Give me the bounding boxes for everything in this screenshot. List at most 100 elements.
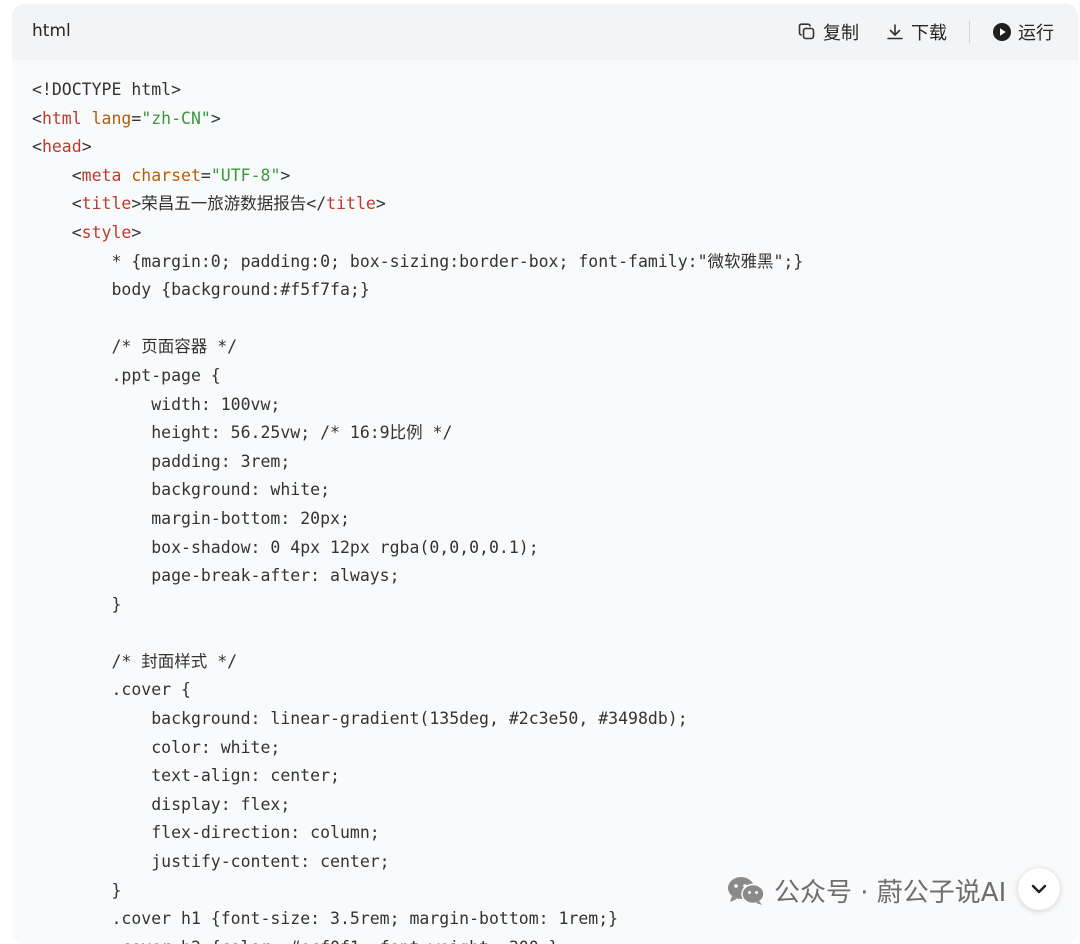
chevron-down-icon: [1031, 884, 1047, 894]
action-divider: [969, 21, 970, 43]
code-line: }: [32, 591, 803, 620]
run-label: 运行: [1018, 23, 1054, 44]
code-line: /* 封面样式 */: [32, 648, 803, 677]
code-line: margin-bottom: 20px;: [32, 505, 803, 534]
code-token: >: [131, 222, 142, 242]
code-token: * {margin:0; padding:0; box-sizing:borde…: [32, 251, 804, 271]
code-line: .cover h2 {color: #ecf0f1; font-weight: …: [32, 934, 803, 944]
code-token: width: 100vw;: [32, 394, 281, 414]
code-line: .cover {: [32, 676, 803, 705]
code-content: <!DOCTYPE html> <html lang="zh-CN"> <head>…: [32, 76, 803, 944]
code-block-header: html 复制 下载 运行: [12, 4, 1078, 60]
code-line: background: linear-gradient(135deg, #2c3…: [32, 705, 803, 734]
code-token: <!DOCTYPE html>: [32, 80, 182, 99]
code-token: display: flex;: [32, 794, 291, 814]
code-token: .ppt-page {: [32, 365, 221, 385]
code-line: <head>: [32, 133, 803, 162]
code-token: page-break-after: always;: [32, 566, 400, 586]
code-token: >: [280, 165, 291, 185]
code-line: <html lang="zh-CN">: [32, 105, 803, 134]
code-line: height: 56.25vw; /* 16:9比例 */: [32, 419, 803, 448]
watermark-text: 公众号 · 蔚公子说AI: [774, 878, 1007, 908]
code-line: .ppt-page {: [32, 362, 803, 391]
code-token: >荣昌五一旅游数据报告</: [131, 194, 327, 214]
scroll-down-button[interactable]: [1018, 868, 1060, 910]
code-token: title: [81, 194, 132, 214]
code-token: text-align: center;: [32, 766, 340, 786]
code-line: <meta charset="UTF-8">: [32, 162, 803, 191]
code-token: /* 封面样式 */: [32, 651, 238, 671]
code-token: <: [32, 137, 42, 157]
download-icon: [887, 24, 903, 40]
code-token: =: [131, 108, 142, 128]
code-token: .cover h2 {color: #ecf0f1; font-weight: …: [32, 938, 558, 944]
code-token: body {background:#f5f7fa;}: [32, 280, 370, 300]
code-token: background: linear-gradient(135deg, #2c3…: [32, 709, 688, 729]
copy-icon: [798, 23, 815, 40]
code-token: <: [32, 108, 42, 128]
code-token: background: white;: [32, 480, 331, 500]
code-token: justify-content: center;: [32, 852, 390, 872]
run-button[interactable]: 运行: [992, 19, 1054, 45]
code-line: display: flex;: [32, 791, 803, 820]
code-line: * {margin:0; padding:0; box-sizing:borde…: [32, 248, 803, 277]
code-token: height: 56.25vw; /* 16:9比例 */: [32, 423, 453, 443]
code-line: body {background:#f5f7fa;}: [32, 276, 803, 305]
code-token: margin-bottom: 20px;: [32, 508, 350, 528]
code-token: "UTF-8": [210, 165, 281, 185]
code-token: }: [32, 594, 122, 614]
code-token: <: [32, 165, 82, 185]
code-line: page-break-after: always;: [32, 562, 803, 591]
code-token: /* 页面容器 */: [32, 337, 238, 357]
code-line: <style>: [32, 219, 803, 248]
code-token: }: [32, 880, 122, 900]
code-line: box-shadow: 0 4px 12px rgba(0,0,0,0.1);: [32, 534, 803, 563]
code-token: style: [81, 222, 132, 242]
code-line: color: white;: [32, 734, 803, 763]
code-token: title: [326, 194, 376, 214]
code-language-label: html: [32, 21, 71, 41]
code-token: box-shadow: 0 4px 12px rgba(0,0,0,0.1);: [32, 537, 539, 557]
code-token: <: [32, 222, 82, 242]
code-line: width: 100vw;: [32, 391, 803, 420]
code-token: meta: [81, 165, 122, 185]
code-token: "zh-CN": [141, 108, 211, 128]
code-token: >: [210, 108, 221, 128]
play-circle-icon: [993, 23, 1011, 41]
code-token: html: [41, 108, 82, 128]
code-line: .cover h1 {font-size: 3.5rem; margin-bot…: [32, 905, 803, 934]
code-line: /* 页面容器 */: [32, 333, 803, 362]
code-token: flex-direction: column;: [32, 823, 380, 843]
code-line: <!DOCTYPE html>: [32, 76, 803, 105]
code-token: lang: [91, 108, 132, 128]
code-token: .cover h1 {font-size: 3.5rem; margin-bot…: [32, 909, 619, 929]
code-token: color: white;: [32, 737, 281, 757]
code-line: flex-direction: column;: [32, 819, 803, 848]
watermark: 公众号 · 蔚公子说AI: [726, 872, 1006, 909]
code-line: padding: 3rem;: [32, 448, 803, 477]
copy-button[interactable]: 复制: [797, 19, 859, 45]
download-label: 下载: [911, 23, 947, 44]
download-button[interactable]: 下载: [885, 19, 947, 45]
code-token: head: [41, 137, 82, 157]
code-token: .cover {: [32, 680, 191, 700]
code-token: charset: [131, 165, 201, 185]
code-token: >: [81, 137, 92, 157]
code-block: html 复制 下载 运行 <!DOCTYPE html> <html lang…: [12, 4, 1078, 944]
code-token: >: [375, 194, 386, 214]
code-line: }: [32, 877, 803, 906]
code-actions: 复制 下载 运行: [797, 18, 1054, 46]
wechat-icon: [728, 876, 765, 905]
code-line: justify-content: center;: [32, 848, 803, 877]
code-token: =: [200, 165, 211, 185]
code-line: text-align: center;: [32, 762, 803, 791]
code-token: <: [32, 194, 82, 214]
code-token: padding: 3rem;: [32, 451, 291, 471]
copy-label: 复制: [823, 23, 859, 44]
code-line: background: white;: [32, 476, 803, 505]
code-line: <title>荣昌五一旅游数据报告</title>: [32, 190, 803, 219]
